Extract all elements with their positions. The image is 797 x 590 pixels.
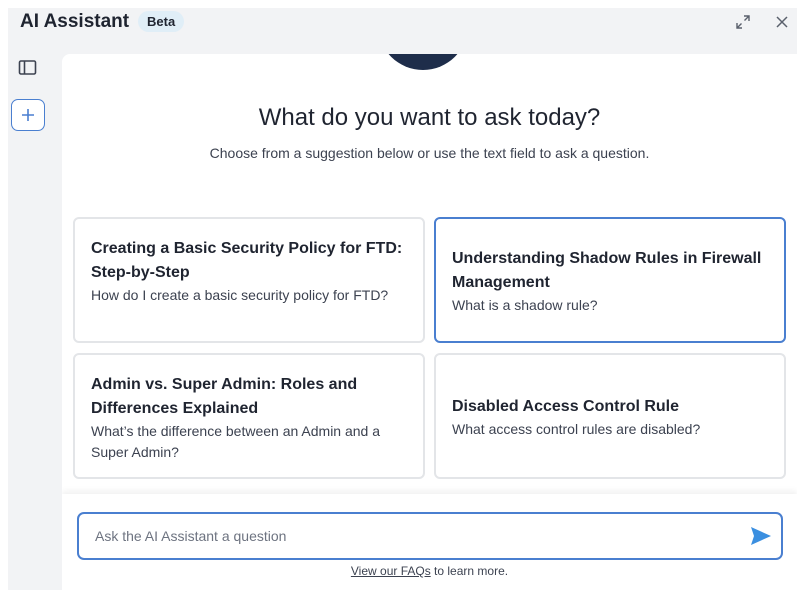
suggestion-title: Disabled Access Control Rule	[452, 398, 680, 415]
composer: View our FAQs to learn more.	[62, 494, 797, 590]
app-title: AI Assistant	[20, 11, 130, 32]
suggestion-card[interactable]: Understanding Shadow Rules in Firewall M…	[434, 217, 786, 343]
main-panel: What do you want to ask today? Choose fr…	[62, 54, 797, 590]
suggestion-description: How do I create a basic security policy …	[91, 287, 389, 303]
beta-badge: Beta	[138, 11, 185, 32]
suggestion-description: What is a shadow rule?	[452, 297, 598, 313]
assistant-avatar	[378, 54, 468, 70]
plus-icon	[22, 109, 34, 121]
expand-icon[interactable]	[735, 14, 751, 30]
question-input[interactable]	[95, 514, 735, 558]
page-subtitle: Choose from a suggestion below or use th…	[209, 145, 650, 161]
faq-hint: View our FAQs to learn more.	[62, 564, 797, 578]
suggestion-title: Admin vs. Super Admin: Roles and Differe…	[91, 376, 358, 417]
ai-assistant-window: AI Assistant Beta What do you want to as…	[8, 8, 797, 590]
suggestion-title: Creating a Basic Security Policy for FTD…	[91, 240, 403, 281]
faq-suffix: to learn more.	[434, 564, 509, 578]
faq-link[interactable]: View our FAQs	[351, 564, 431, 578]
close-icon[interactable]	[773, 13, 791, 31]
header: AI Assistant Beta	[8, 8, 797, 36]
suggestion-card[interactable]: Creating a Basic Security Policy for FTD…	[73, 217, 425, 343]
suggestion-card[interactable]: Admin vs. Super Admin: Roles and Differe…	[73, 353, 425, 479]
suggestion-description: What’s the difference between an Admin a…	[91, 423, 381, 460]
suggestion-card[interactable]: Disabled Access Control Rule What access…	[434, 353, 786, 479]
suggestion-title: Understanding Shadow Rules in Firewall M…	[452, 250, 762, 291]
question-field	[77, 512, 783, 560]
suggestion-description: What access control rules are disabled?	[452, 421, 701, 437]
sidebar-panel-icon[interactable]	[18, 59, 38, 77]
send-icon[interactable]	[749, 525, 773, 547]
new-chat-button[interactable]	[11, 99, 45, 131]
page-title: What do you want to ask today?	[258, 104, 601, 131]
